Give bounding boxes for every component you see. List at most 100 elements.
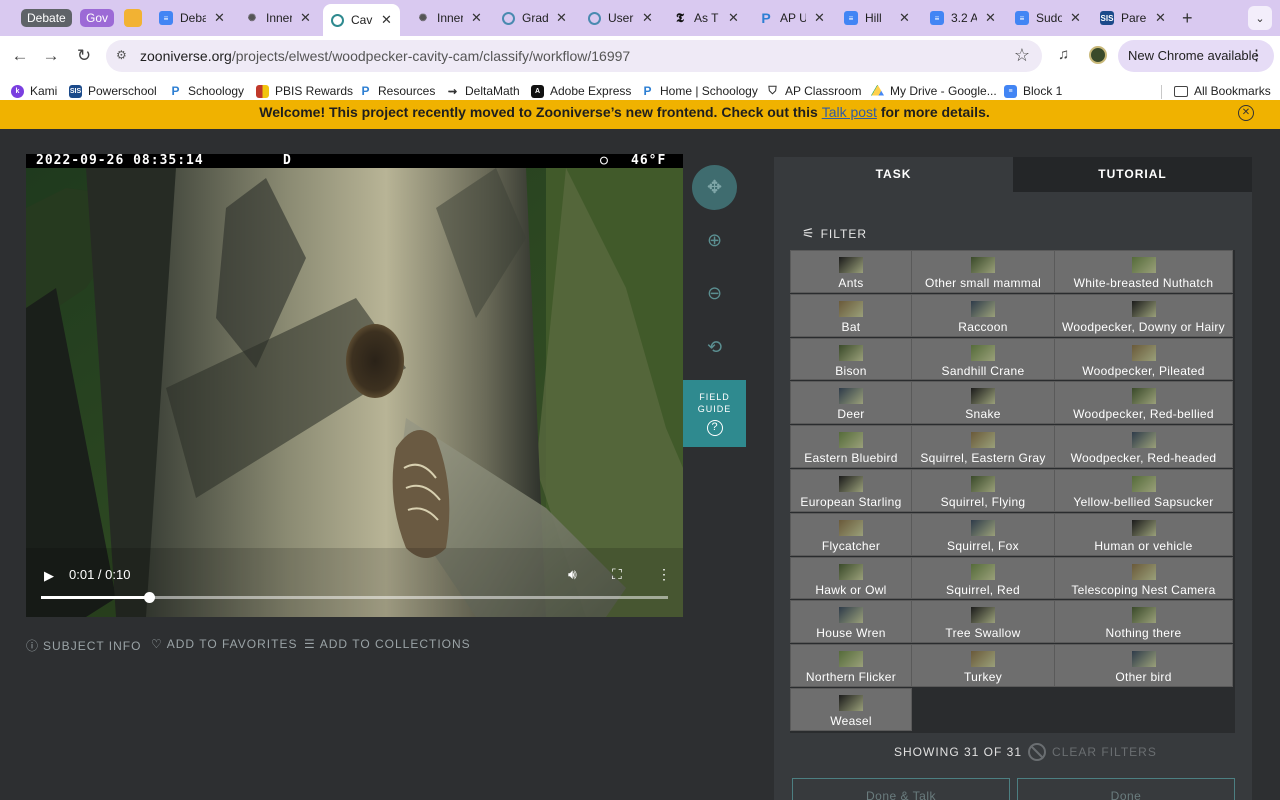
tab-3-2[interactable]: ≡ 3.2 A ✕: [930, 6, 996, 30]
forward-button[interactable]: →: [39, 44, 63, 68]
tab-nyt[interactable]: 𝕿 As T ✕: [673, 6, 739, 30]
choice-eastern-bluebird[interactable]: Eastern Bluebird: [790, 425, 912, 468]
add-to-collections-button[interactable]: ☰ ADD TO COLLECTIONS: [304, 637, 471, 651]
tab-grad[interactable]: Grad ✕: [502, 6, 567, 30]
tab-search-button[interactable]: ⌄: [1248, 6, 1272, 30]
bookmark-kami[interactable]: k Kami: [11, 84, 57, 98]
tab-pare[interactable]: SIS Pare ✕: [1100, 6, 1166, 30]
choice-woodpecker-red-headed[interactable]: Woodpecker, Red-headed: [1054, 425, 1233, 468]
bookmark-resources[interactable]: P Resources: [359, 84, 435, 98]
bookmark-home-schoology[interactable]: P Home | Schoology: [641, 84, 757, 98]
close-tab-icon[interactable]: ✕: [214, 10, 225, 26]
bookmark-my-drive[interactable]: My Drive - Google...: [871, 84, 997, 98]
done-button[interactable]: Done: [1017, 778, 1235, 800]
choice-other-bird[interactable]: Other bird: [1054, 644, 1233, 687]
choice-woodpecker-red-bellied[interactable]: Woodpecker, Red-bellied: [1054, 381, 1233, 425]
kebab-menu-icon[interactable]: ⋮: [657, 566, 671, 583]
bookmark-ap-classroom[interactable]: ⛉ AP Classroom: [766, 84, 861, 98]
profile-avatar[interactable]: [1089, 46, 1107, 64]
close-tab-icon[interactable]: ✕: [1155, 10, 1166, 26]
choice-yellow-bellied-sapsucker[interactable]: Yellow-bellied Sapsucker: [1054, 469, 1233, 512]
tab-ap[interactable]: P AP U ✕: [759, 6, 825, 30]
media-control-icon[interactable]: ♫: [1058, 46, 1069, 63]
new-tab-button[interactable]: +: [1182, 8, 1193, 29]
close-tab-icon[interactable]: ✕: [471, 10, 482, 26]
choice-house-wren[interactable]: House Wren: [790, 600, 912, 644]
tab-tutorial[interactable]: TUTORIAL: [1013, 157, 1252, 192]
close-tab-icon[interactable]: ✕: [985, 10, 996, 26]
choice-tree-swallow[interactable]: Tree Swallow: [911, 600, 1055, 644]
tab-sudo[interactable]: ≡ Sudo ✕: [1015, 6, 1081, 30]
close-tab-icon[interactable]: ✕: [728, 10, 739, 26]
play-icon[interactable]: ▶: [44, 568, 54, 584]
subject-video[interactable]: 2022-09-26 08:35:14 D ○ 46°F: [26, 154, 683, 617]
close-tab-icon[interactable]: ✕: [381, 12, 392, 28]
close-tab-icon[interactable]: ✕: [814, 10, 825, 26]
close-tab-icon[interactable]: ✕: [899, 10, 910, 26]
tab-cavity-active[interactable]: Cavity ✕: [323, 4, 400, 36]
video-progress-bar[interactable]: [41, 592, 668, 603]
choice-woodpecker-pileated[interactable]: Woodpecker, Pileated: [1054, 337, 1233, 381]
add-to-favorites-button[interactable]: ♡ ADD TO FAVORITES: [151, 637, 297, 651]
update-chrome-button[interactable]: New Chrome available ⋮: [1118, 40, 1274, 72]
choice-ants[interactable]: Ants: [790, 250, 912, 293]
clear-filters-button[interactable]: CLEAR FILTERS: [1028, 743, 1157, 761]
choice-nothing-there[interactable]: Nothing there: [1054, 600, 1233, 644]
tab-group-debate[interactable]: Debate: [21, 9, 72, 27]
reset-view-button[interactable]: ⟲: [692, 325, 737, 370]
bookmark-schoology[interactable]: P Schoology: [169, 84, 244, 98]
choice-weasel[interactable]: Weasel: [790, 688, 912, 731]
choice-european-starling[interactable]: European Starling: [790, 469, 912, 512]
kebab-menu-icon[interactable]: ⋮: [1249, 40, 1264, 72]
field-guide-button[interactable]: FIELD GUIDE ?: [683, 380, 746, 447]
done-and-talk-button[interactable]: Done & Talk: [792, 778, 1010, 800]
tab-group-gov[interactable]: Gov: [80, 9, 115, 27]
choice-turkey[interactable]: Turkey: [911, 644, 1055, 687]
tab-hill[interactable]: ≡ Hill ✕: [844, 6, 910, 30]
choice-squirrel-eastern-gray[interactable]: Squirrel, Eastern Gray: [911, 425, 1055, 468]
zoom-out-button[interactable]: ⊖: [692, 271, 737, 316]
move-tool-button[interactable]: ✥: [692, 165, 737, 210]
choice-squirrel-flying[interactable]: Squirrel, Flying: [911, 469, 1055, 512]
close-tab-icon[interactable]: ✕: [642, 10, 653, 26]
bookmark-deltamath[interactable]: ⇝ DeltaMath: [446, 84, 520, 98]
close-tab-icon[interactable]: ✕: [1070, 10, 1081, 26]
tab-task[interactable]: TASK: [774, 157, 1013, 192]
choice-telescoping-nest-camera[interactable]: Telescoping Nest Camera: [1054, 556, 1233, 600]
volume-icon[interactable]: 🔊︎: [568, 566, 577, 583]
fullscreen-icon[interactable]: ⛶: [612, 566, 622, 583]
bookmark-powerschool[interactable]: SIS Powerschool: [69, 84, 157, 98]
choice-squirrel-fox[interactable]: Squirrel, Fox: [911, 512, 1055, 556]
choice-squirrel-red[interactable]: Squirrel, Red: [911, 556, 1055, 600]
tab-user[interactable]: User ✕: [588, 6, 653, 30]
bookmark-star-icon[interactable]: ☆: [1014, 45, 1030, 66]
choice-raccoon[interactable]: Raccoon: [911, 293, 1055, 337]
tab-collapsed-group[interactable]: [124, 6, 149, 30]
close-banner-icon[interactable]: ✕: [1238, 105, 1254, 121]
choice-sandhill-crane[interactable]: Sandhill Crane: [911, 337, 1055, 381]
filter-button[interactable]: ⚟ FILTER: [802, 225, 867, 242]
choice-woodpecker-downy-or-hairy[interactable]: Woodpecker, Downy or Hairy: [1054, 293, 1233, 337]
bookmark-pbis-rewards[interactable]: PBIS Rewards: [256, 84, 353, 98]
choice-bison[interactable]: Bison: [790, 337, 912, 381]
choice-deer[interactable]: Deer: [790, 381, 912, 425]
tab-inner-2[interactable]: ✺ Inner ✕: [416, 6, 482, 30]
back-button[interactable]: ←: [8, 44, 32, 68]
choice-snake[interactable]: Snake: [911, 381, 1055, 425]
choice-hawk-or-owl[interactable]: Hawk or Owl: [790, 556, 912, 600]
bookmark-adobe-express[interactable]: A Adobe Express: [531, 84, 631, 98]
choice-northern-flicker[interactable]: Northern Flicker: [790, 644, 912, 687]
talk-post-link[interactable]: Talk post: [822, 104, 877, 120]
tab-inner[interactable]: ✺ Inner ✕: [245, 6, 311, 30]
choice-human-or-vehicle[interactable]: Human or vehicle: [1054, 512, 1233, 556]
choice-bat[interactable]: Bat: [790, 293, 912, 337]
zoom-in-button[interactable]: ⊕: [692, 218, 737, 263]
choice-white-breasted-nuthatch[interactable]: White-breasted Nuthatch: [1054, 250, 1233, 293]
subject-info-button[interactable]: ⓘ SUBJECT INFO: [26, 637, 141, 654]
tab-debate[interactable]: ≡ Debate ✕: [159, 6, 225, 30]
close-tab-icon[interactable]: ✕: [300, 10, 311, 26]
bookmark-block-1[interactable]: ≡ Block 1: [1004, 84, 1062, 98]
close-tab-icon[interactable]: ✕: [556, 10, 567, 26]
choice-other-small-mammal[interactable]: Other small mammal: [911, 250, 1055, 293]
all-bookmarks-button[interactable]: All Bookmarks: [1174, 84, 1271, 98]
